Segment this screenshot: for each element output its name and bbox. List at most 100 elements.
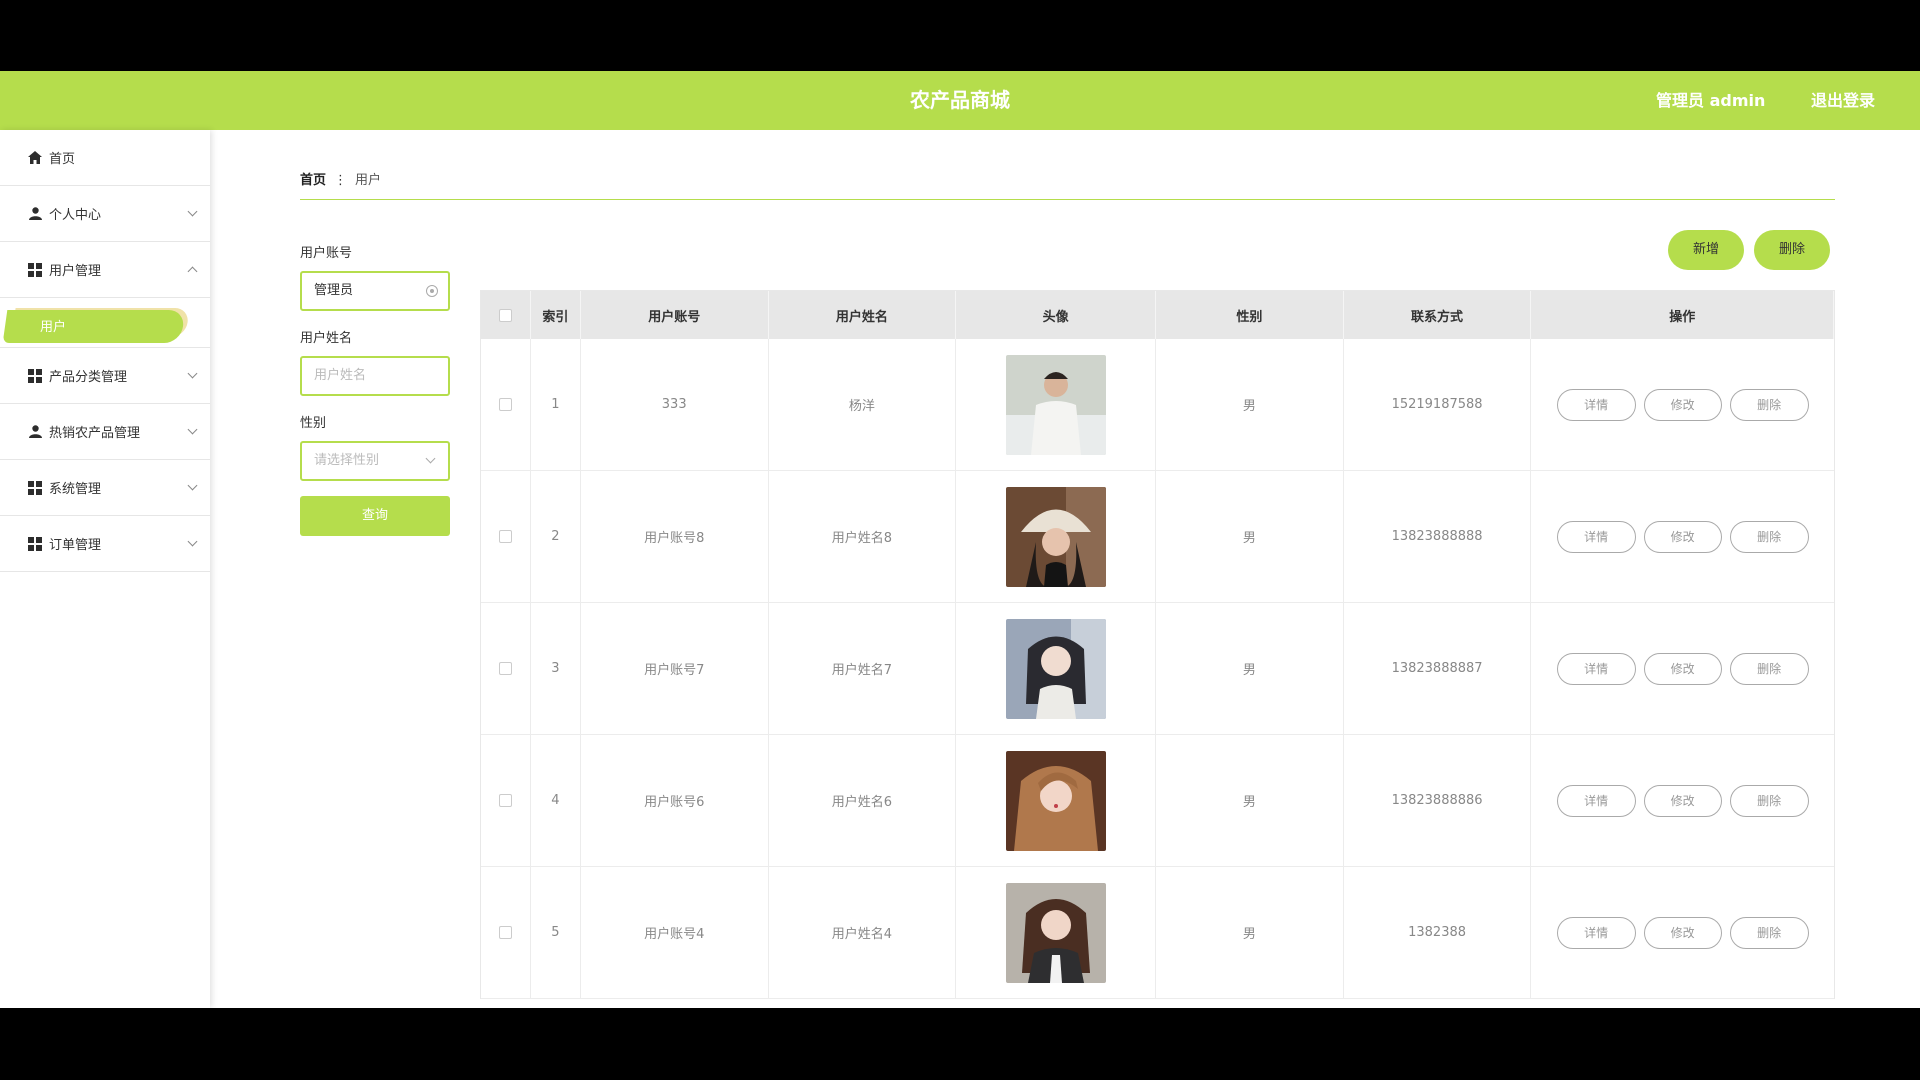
row-phone: 13823888887 xyxy=(1344,603,1532,734)
row-account: 用户账号6 xyxy=(581,735,769,866)
detail-button[interactable]: 详情 xyxy=(1556,784,1636,817)
edit-button[interactable]: 修改 xyxy=(1643,784,1722,817)
row-name: 杨洋 xyxy=(769,339,957,470)
row-checkbox[interactable] xyxy=(498,662,512,675)
row-phone: 1382388 xyxy=(1344,867,1532,998)
edit-button[interactable]: 修改 xyxy=(1643,388,1722,421)
sidebar-item-personal-center[interactable]: 个人中心 xyxy=(0,186,210,242)
sidebar-item-label: 用户管理 xyxy=(49,264,102,279)
account-input-value: 管理员 xyxy=(314,283,354,298)
col-gender: 性别 xyxy=(1156,291,1344,339)
chevron-down-icon xyxy=(187,424,198,435)
clear-icon[interactable] xyxy=(426,285,438,297)
breadcrumb-separator-icon: ⋮ xyxy=(334,173,348,188)
sidebar-item-label: 产品分类管理 xyxy=(49,370,128,385)
chevron-down-icon xyxy=(187,206,198,217)
grid-icon xyxy=(27,368,43,383)
sidebar-item-label: 首页 xyxy=(49,152,76,167)
sidebar-item-home[interactable]: 首页 xyxy=(0,130,210,186)
row-checkbox[interactable] xyxy=(498,398,512,411)
col-name: 用户姓名 xyxy=(769,291,957,339)
delete-button[interactable]: 删除 xyxy=(1729,388,1809,421)
delete-button[interactable]: 删除 xyxy=(1729,652,1809,685)
name-input[interactable]: 用户姓名 xyxy=(300,356,450,396)
col-avatar: 头像 xyxy=(956,291,1156,339)
sidebar-item-label: 个人中心 xyxy=(49,208,102,223)
edit-button[interactable]: 修改 xyxy=(1643,916,1722,949)
breadcrumb-home[interactable]: 首页 xyxy=(300,173,326,188)
chevron-up-icon xyxy=(187,266,198,277)
row-gender: 男 xyxy=(1156,735,1344,866)
account-input[interactable]: 管理员 xyxy=(300,271,450,311)
avatar xyxy=(1005,618,1106,719)
sidebar: 首页 个人中心 用户管理 用户 产品分类管理 热销农产品管理 系统管理 订单管理 xyxy=(0,130,210,1008)
app-title: 农产品商城 xyxy=(910,88,1010,112)
gender-label: 性别 xyxy=(300,416,327,431)
table-row: 2 用户账号8 用户姓名8 男 13823888888 详情 修改 删除 xyxy=(481,471,1834,603)
breadcrumb-divider xyxy=(300,199,1835,200)
sidebar-item-order-management[interactable]: 订单管理 xyxy=(0,516,210,572)
chevron-down-icon xyxy=(187,368,198,379)
select-all-checkbox[interactable] xyxy=(498,308,512,322)
gender-select-placeholder: 请选择性别 xyxy=(314,453,380,468)
row-phone: 15219187588 xyxy=(1344,339,1532,470)
home-icon xyxy=(27,151,43,165)
top-header: 农产品商城 管理员 admin 退出登录 xyxy=(0,71,1920,130)
row-checkbox[interactable] xyxy=(498,794,512,807)
row-checkbox[interactable] xyxy=(498,530,512,543)
col-actions: 操作 xyxy=(1531,291,1834,339)
account-label: 用户账号 xyxy=(300,246,353,261)
breadcrumb: 首页 ⋮ 用户 xyxy=(300,169,381,188)
row-index: 3 xyxy=(531,603,581,734)
row-name: 用户姓名7 xyxy=(769,603,957,734)
person-icon xyxy=(27,207,43,221)
avatar xyxy=(1005,354,1106,455)
row-gender: 男 xyxy=(1156,339,1344,470)
row-name: 用户姓名4 xyxy=(769,867,957,998)
logout-link[interactable]: 退出登录 xyxy=(1811,71,1875,130)
row-phone: 13823888886 xyxy=(1344,735,1532,866)
grid-icon xyxy=(27,262,43,277)
row-account: 用户账号7 xyxy=(581,603,769,734)
name-label: 用户姓名 xyxy=(300,331,353,346)
users-table: 索引 用户账号 用户姓名 头像 性别 联系方式 操作 1 333 杨洋 男 15… xyxy=(480,290,1835,999)
sidebar-subitem-users[interactable]: 用户 xyxy=(0,298,210,348)
delete-button[interactable]: 删除 xyxy=(1729,520,1809,553)
sidebar-item-label: 订单管理 xyxy=(49,538,102,553)
chevron-down-icon xyxy=(425,453,436,464)
detail-button[interactable]: 详情 xyxy=(1556,388,1636,421)
add-button[interactable]: 新增 xyxy=(1668,230,1744,270)
row-gender: 男 xyxy=(1156,603,1344,734)
table-row: 3 用户账号7 用户姓名7 男 13823888887 详情 修改 删除 xyxy=(481,603,1834,735)
detail-button[interactable]: 详情 xyxy=(1556,520,1636,553)
sidebar-item-hot-products[interactable]: 热销农产品管理 xyxy=(0,404,210,460)
active-highlight xyxy=(2,310,186,343)
row-index: 5 xyxy=(531,867,581,998)
detail-button[interactable]: 详情 xyxy=(1556,652,1636,685)
batch-delete-button[interactable]: 删除 xyxy=(1754,230,1830,270)
sidebar-item-system-management[interactable]: 系统管理 xyxy=(0,460,210,516)
col-index: 索引 xyxy=(531,291,581,339)
row-checkbox[interactable] xyxy=(498,926,512,939)
detail-button[interactable]: 详情 xyxy=(1556,916,1636,949)
sidebar-item-user-management[interactable]: 用户管理 xyxy=(0,242,210,298)
edit-button[interactable]: 修改 xyxy=(1643,652,1722,685)
person-icon xyxy=(27,425,43,439)
avatar xyxy=(1005,882,1106,983)
sidebar-item-label: 系统管理 xyxy=(49,482,102,497)
table-row: 4 用户账号6 用户姓名6 男 13823888886 详情 修改 删除 xyxy=(481,735,1834,867)
col-account: 用户账号 xyxy=(581,291,769,339)
delete-button[interactable]: 删除 xyxy=(1729,916,1809,949)
table-row: 1 333 杨洋 男 15219187588 详情 修改 删除 xyxy=(481,339,1834,471)
gender-select[interactable]: 请选择性别 xyxy=(300,441,450,481)
edit-button[interactable]: 修改 xyxy=(1643,520,1722,553)
row-index: 4 xyxy=(531,735,581,866)
delete-button[interactable]: 删除 xyxy=(1729,784,1809,817)
query-button[interactable]: 查询 xyxy=(300,496,450,536)
row-account: 用户账号4 xyxy=(581,867,769,998)
grid-icon xyxy=(27,480,43,495)
row-account: 用户账号8 xyxy=(581,471,769,602)
table-header: 索引 用户账号 用户姓名 头像 性别 联系方式 操作 xyxy=(481,291,1834,339)
sidebar-item-category-management[interactable]: 产品分类管理 xyxy=(0,348,210,404)
chevron-down-icon xyxy=(187,536,198,547)
